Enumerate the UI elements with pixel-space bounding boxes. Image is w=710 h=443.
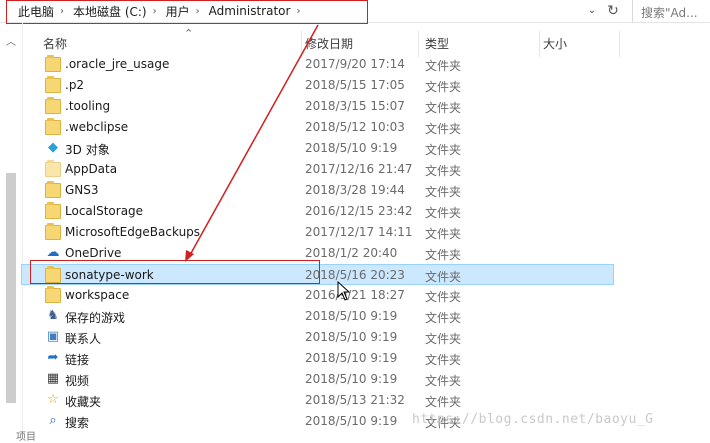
status-bar: 项目 bbox=[0, 431, 710, 443]
mouse-cursor-icon bbox=[337, 281, 351, 301]
annotation-arrow bbox=[185, 24, 319, 262]
vertical-scrollbar[interactable] bbox=[690, 46, 710, 441]
watermark: https://blog.csdn.net/baoyu_G bbox=[412, 412, 654, 427]
